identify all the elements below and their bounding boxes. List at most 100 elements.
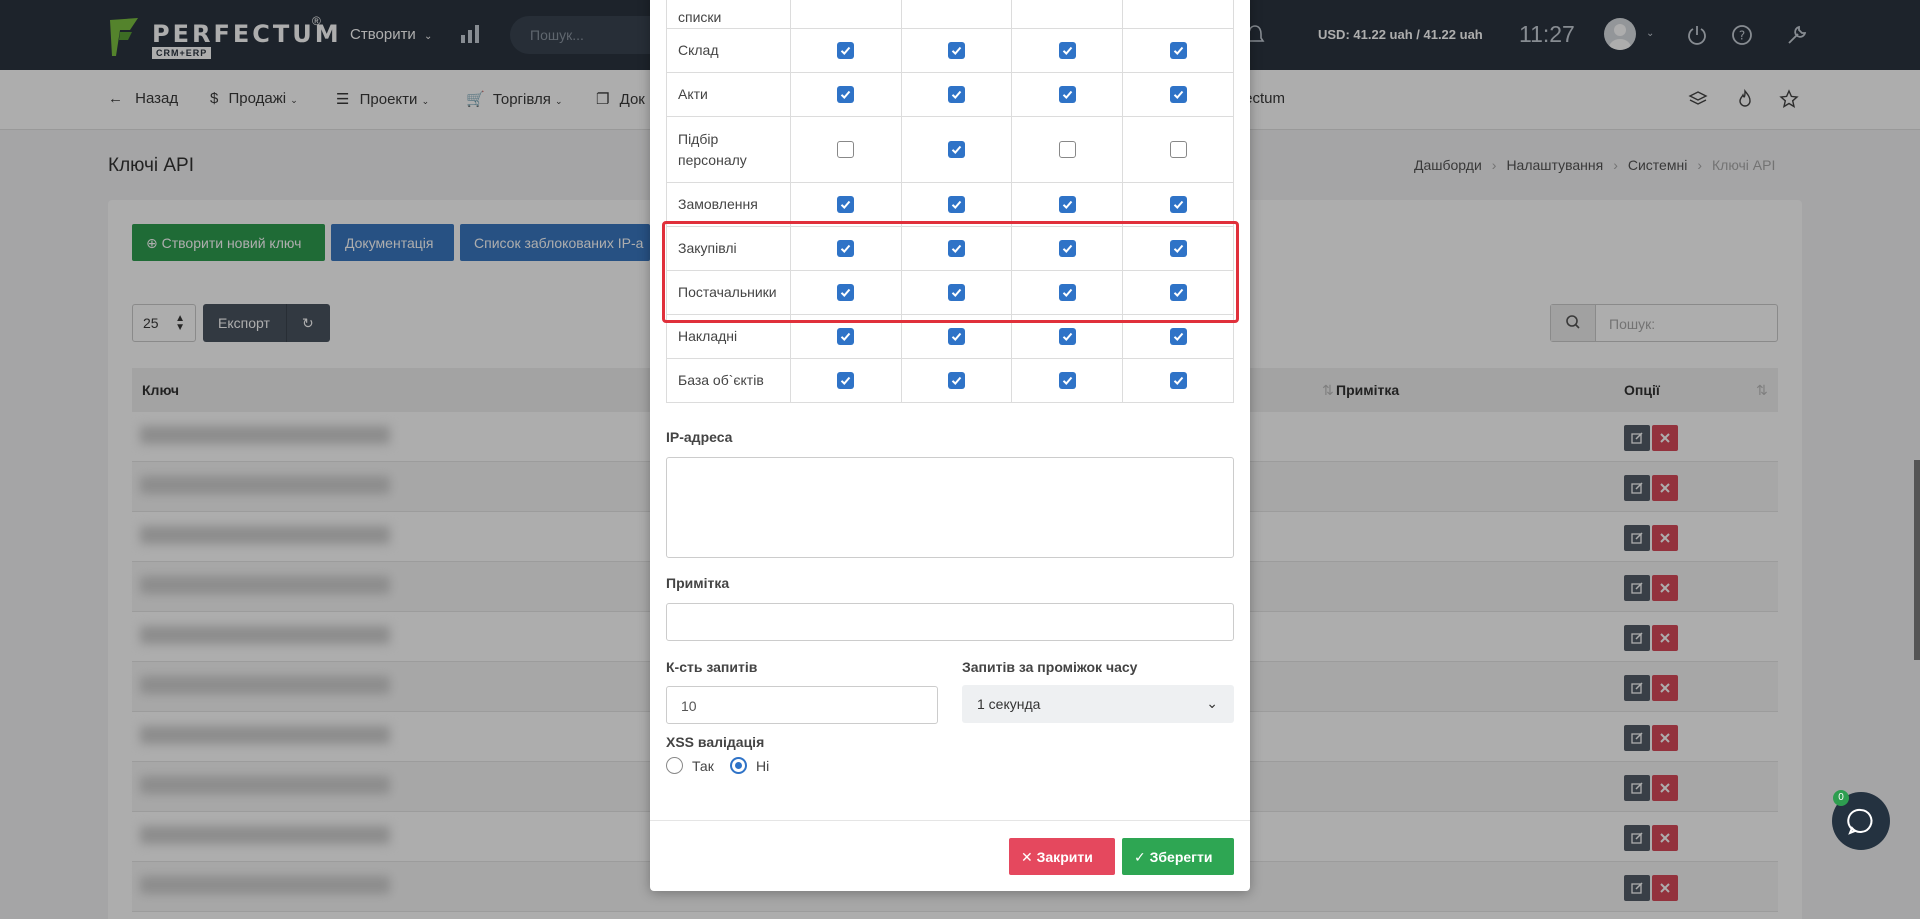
permission-checkbox[interactable] [948,372,966,390]
close-button[interactable]: ✕ Закрити [1009,838,1115,875]
check-icon [951,91,962,100]
check-icon [841,91,851,100]
permission-checkbox[interactable] [948,86,966,104]
check-icon [1062,201,1073,210]
check-icon [1173,47,1183,56]
permission-cell [1122,116,1234,183]
permission-cell [1011,28,1124,73]
permission-label: Підбір персоналу [666,116,791,183]
permission-label: списки [666,0,791,29]
permission-checkbox[interactable] [837,372,855,390]
modal-footer-divider [650,820,1250,821]
permission-checkbox[interactable] [1058,141,1076,159]
interval-select[interactable]: 1 секунда ⌄ [962,685,1234,723]
permission-cell [900,358,1013,403]
check-icon [951,377,962,386]
permission-row: Склад [666,28,1234,73]
check-icon: ✓ [1134,849,1146,865]
permission-checkbox[interactable] [1058,328,1076,346]
permission-checkbox[interactable] [948,141,966,159]
xss-no-radio[interactable] [730,757,747,774]
save-button-label: Зберегти [1149,849,1213,865]
permission-row: Замовлення [666,182,1234,227]
permission-cell [900,116,1013,183]
permission-label: База об`єктів [666,358,791,403]
check-icon [1173,91,1183,100]
check-icon [1062,47,1073,56]
permission-checkbox[interactable] [948,196,966,214]
ip-label: IP-адреса [666,429,733,445]
permission-checkbox[interactable] [1169,196,1187,214]
close-icon: ✕ [1021,849,1033,865]
save-button[interactable]: ✓ Зберегти [1122,838,1234,875]
note-input[interactable] [666,603,1234,641]
note-label: Примітка [666,575,730,591]
permission-checkbox[interactable] [837,141,855,159]
permission-row: Підбір персоналу [666,116,1234,183]
permission-checkbox[interactable] [1058,86,1076,104]
permission-cell [900,0,1013,29]
permission-checkbox[interactable] [1169,86,1187,104]
permission-cell [900,182,1013,227]
permission-checkbox[interactable] [837,86,855,104]
check-icon [1062,377,1073,386]
permission-cell [1011,0,1124,29]
interval-label: Запитів за проміжок часу [962,659,1138,675]
permission-cell [1011,72,1124,117]
permission-cell [1011,358,1124,403]
xss-yes-radio[interactable] [666,757,683,774]
interval-value: 1 секунда [977,696,1041,712]
permission-checkbox[interactable] [1169,372,1187,390]
xss-yes-label[interactable]: Так [692,758,714,774]
permission-cell [789,72,902,117]
permission-checkbox[interactable] [1169,42,1187,60]
check-icon [1062,333,1073,342]
check-icon [841,377,851,386]
ip-textarea[interactable] [666,457,1234,558]
permission-checkbox[interactable] [948,42,966,60]
close-button-label: Закрити [1036,849,1093,865]
permission-cell [789,116,902,183]
permission-cell [1011,116,1124,183]
permission-checkbox[interactable] [1169,141,1187,159]
scrollbar-thumb[interactable] [1914,460,1920,660]
check-icon [841,333,851,342]
permission-cell [789,28,902,73]
api-key-modal: списки Склад Акти Підбір персоналу Замовленн… [650,0,1250,891]
check-icon [1062,91,1073,100]
check-icon [1173,333,1183,342]
check-icon [951,47,962,56]
permission-checkbox[interactable] [837,328,855,346]
permission-checkbox[interactable] [948,328,966,346]
permission-row: База об`єктів [666,358,1234,403]
check-icon [841,47,851,56]
permission-checkbox[interactable] [1169,328,1187,346]
requests-input[interactable]: 10 [666,686,938,724]
permission-checkbox[interactable] [1058,372,1076,390]
permission-cell [1011,182,1124,227]
permission-checkbox[interactable] [1058,42,1076,60]
permission-checkbox[interactable] [837,42,855,60]
permission-label: Акти [666,72,791,117]
check-icon [841,201,851,210]
permission-checkbox[interactable] [837,196,855,214]
permission-row: Акти [666,72,1234,117]
chat-badge: 0 [1833,790,1849,806]
permission-label: Склад [666,28,791,73]
permission-cell [900,72,1013,117]
permission-cell [1122,28,1234,73]
permission-cell [1122,182,1234,227]
permission-cell [1122,358,1234,403]
permission-label: Замовлення [666,182,791,227]
chevron-down-icon: ⌄ [1206,695,1218,711]
permissions-table: списки Склад Акти Підбір персоналу Замовленн… [666,0,1234,403]
permission-cell [789,0,902,29]
permission-cell [789,182,902,227]
permission-cell [1122,72,1234,117]
permission-cell [1122,0,1234,29]
requests-label: К-сть запитів [666,659,758,675]
permission-row: списки [666,0,1234,29]
highlight-box [662,221,1239,323]
xss-no-label[interactable]: Ні [756,758,769,774]
permission-checkbox[interactable] [1058,196,1076,214]
